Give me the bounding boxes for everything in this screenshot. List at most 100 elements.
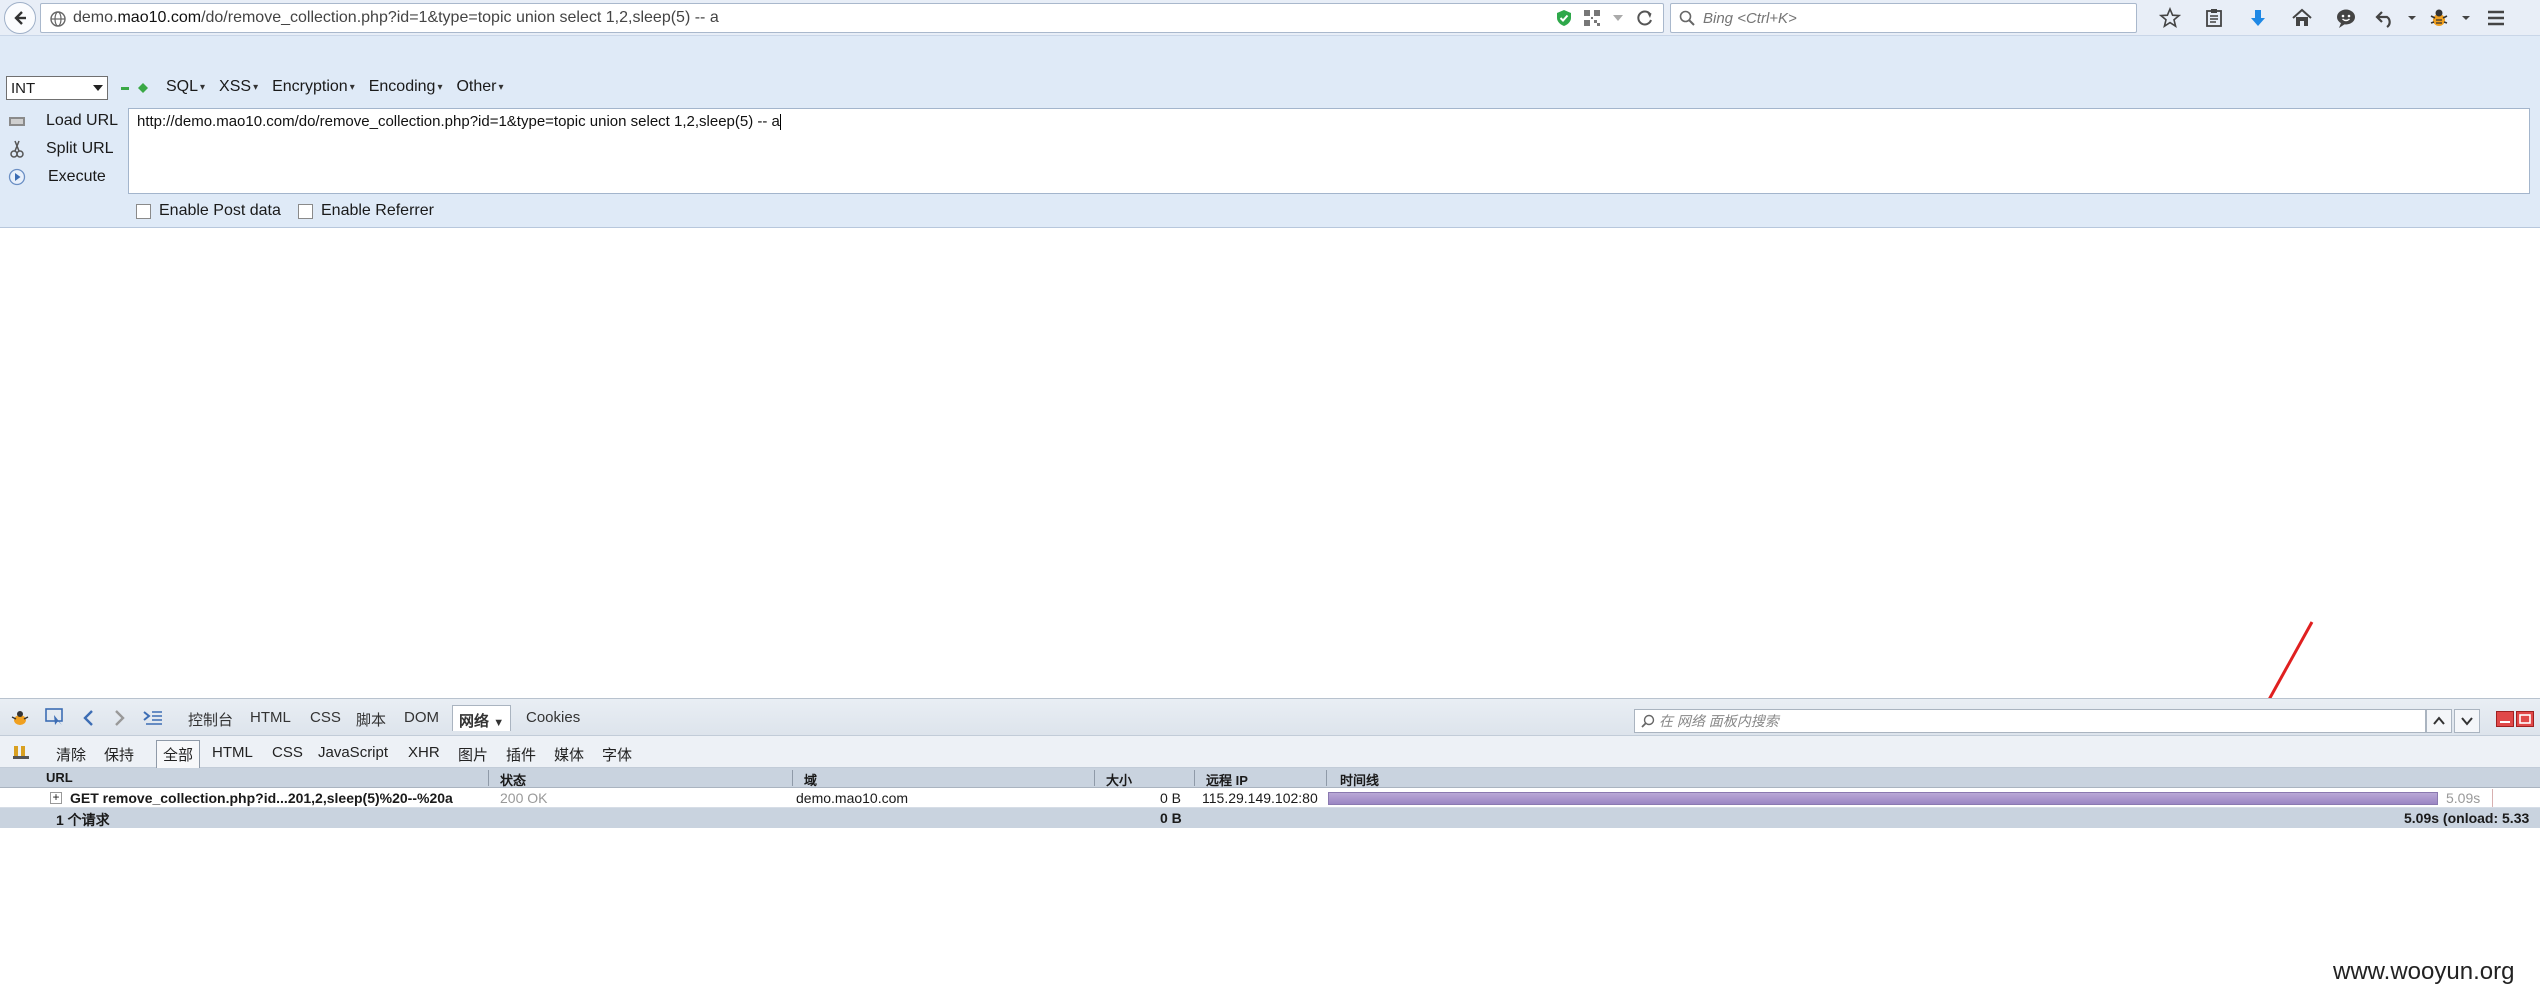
enable-referrer-checkbox[interactable]: Enable Referrer: [298, 202, 434, 220]
qr-code-icon[interactable]: [1583, 9, 1601, 27]
firebug-button[interactable]: [2422, 0, 2456, 36]
decrement-icon[interactable]: [120, 83, 130, 93]
network-table-header: URL 状态 域 大小 远程 IP 时间线: [0, 768, 2540, 788]
firebug-bug-icon[interactable]: [10, 709, 30, 727]
play-circle-icon: [8, 168, 26, 186]
chevron-down-icon: [2462, 16, 2470, 20]
column-divider[interactable]: [792, 770, 793, 786]
chevron-right-icon[interactable]: [112, 709, 126, 727]
column-divider[interactable]: [1194, 770, 1195, 786]
pause-icon[interactable]: [12, 744, 30, 760]
firebug-search-field[interactable]: 在 网络 面板内搜索: [1634, 709, 2426, 733]
filter-css[interactable]: CSS: [272, 744, 303, 761]
column-divider[interactable]: [1326, 770, 1327, 786]
request-size: 0 B: [1160, 790, 1182, 806]
column-divider[interactable]: [488, 770, 489, 786]
load-url-icon: [9, 117, 25, 126]
filter-javascript[interactable]: JavaScript: [318, 744, 388, 761]
bookmarks-button[interactable]: [2192, 0, 2236, 36]
column-status[interactable]: 状态: [500, 770, 526, 789]
filter-images[interactable]: 图片: [458, 744, 488, 765]
hackbar-panel: INT SQL XSS Encryption Encoding Other Lo…: [0, 36, 2540, 228]
menu-encoding[interactable]: Encoding: [369, 78, 443, 96]
firebug-dropdown[interactable]: [2456, 0, 2476, 36]
execute-button[interactable]: Execute: [0, 164, 126, 190]
reload-icon[interactable]: [1635, 8, 1655, 28]
address-bar[interactable]: demo.mao10.com/do/remove_collection.php?…: [40, 3, 1664, 33]
enable-post-checkbox[interactable]: Enable Post data: [136, 202, 281, 220]
filter-fonts[interactable]: 字体: [602, 744, 632, 765]
firebug-panel: 控制台 HTML CSS 脚本 DOM 网络 ▼ Cookies 在 网络 面板…: [0, 698, 2540, 843]
tab-script[interactable]: 脚本: [356, 709, 386, 730]
tab-html[interactable]: HTML: [250, 709, 291, 726]
filter-html[interactable]: HTML: [212, 744, 253, 761]
minimize-icon: [2500, 721, 2510, 723]
table-row[interactable]: + GET remove_collection.php?id...201,2,s…: [0, 788, 2540, 808]
inspect-element-icon[interactable]: [44, 707, 66, 727]
checkbox-box[interactable]: [136, 203, 151, 219]
minimize-button[interactable]: [2496, 711, 2514, 727]
menu-xss[interactable]: XSS: [219, 78, 258, 96]
url-textarea[interactable]: http://demo.mao10.com/do/remove_collecti…: [128, 108, 2530, 194]
chevron-down-icon: [93, 85, 103, 91]
detach-button[interactable]: [2516, 711, 2534, 727]
column-timeline[interactable]: 时间线: [1340, 770, 1379, 789]
menu-encryption[interactable]: Encryption: [272, 78, 355, 96]
globe-icon: [50, 11, 66, 27]
split-url-label: Split URL: [46, 140, 114, 157]
bookmark-star-button[interactable]: [2148, 0, 2192, 36]
split-url-button[interactable]: Split URL: [0, 136, 126, 162]
column-url[interactable]: URL: [46, 770, 73, 785]
search-next-button[interactable]: [2454, 709, 2480, 733]
url-textarea-value: http://demo.mao10.com/do/remove_collecti…: [137, 113, 780, 130]
request-time: 5.09s: [2446, 790, 2481, 806]
column-size[interactable]: 大小: [1106, 770, 1132, 789]
execute-label: Execute: [48, 168, 106, 185]
search-input[interactable]: [1701, 8, 2121, 28]
column-remote-ip[interactable]: 远程 IP: [1206, 770, 1248, 789]
chevron-down-icon: ▼: [493, 717, 505, 729]
expand-toggle[interactable]: +: [50, 791, 62, 804]
filter-media[interactable]: 媒体: [554, 744, 584, 765]
downloads-button[interactable]: [2236, 0, 2280, 36]
total-time: 5.09s (onload: 5.33: [2404, 810, 2530, 826]
tab-network[interactable]: 网络 ▼: [452, 705, 512, 731]
menu-button[interactable]: [2476, 0, 2516, 36]
back-button[interactable]: [4, 2, 36, 34]
home-button[interactable]: [2280, 0, 2324, 36]
column-domain[interactable]: 域: [804, 770, 817, 789]
clear-button[interactable]: 清除: [56, 744, 86, 765]
tab-dom[interactable]: DOM: [404, 709, 439, 726]
scissors-icon: [10, 140, 24, 158]
load-url-button[interactable]: Load URL: [0, 108, 126, 134]
command-line-icon[interactable]: [142, 709, 164, 727]
int-select[interactable]: INT: [6, 76, 108, 100]
tab-console[interactable]: 控制台: [188, 709, 233, 730]
menu-other[interactable]: Other: [456, 78, 503, 96]
total-size: 0 B: [1160, 810, 1182, 826]
back-arrow-icon: [14, 11, 26, 25]
network-summary-row: 1 个请求 0 B 5.09s (onload: 5.33: [0, 808, 2540, 828]
search-bar[interactable]: [1670, 3, 2137, 33]
filter-plugins[interactable]: 插件: [506, 744, 536, 765]
filter-all[interactable]: 全部: [156, 740, 201, 769]
tab-css[interactable]: CSS: [310, 709, 341, 726]
undo-dropdown[interactable]: [2402, 0, 2422, 36]
dropdown-arrow-icon[interactable]: [1611, 11, 1625, 25]
tab-cookies[interactable]: Cookies: [526, 709, 580, 726]
navigation-bar: demo.mao10.com/do/remove_collection.php?…: [0, 0, 2540, 36]
checkbox-box[interactable]: [298, 203, 313, 219]
network-filter-bar: 清除 保持 全部 HTML CSS JavaScript XHR 图片 插件 媒…: [0, 736, 2540, 769]
filter-xhr[interactable]: XHR: [408, 744, 440, 761]
firebug-search-placeholder: 在 网络 面板内搜索: [1659, 713, 1779, 729]
chat-button[interactable]: [2324, 0, 2368, 36]
column-divider[interactable]: [1094, 770, 1095, 786]
undo-button[interactable]: [2368, 0, 2402, 36]
enable-referrer-label: Enable Referrer: [321, 202, 434, 219]
search-prev-button[interactable]: [2426, 709, 2452, 733]
persist-button[interactable]: 保持: [104, 744, 134, 765]
menu-sql[interactable]: SQL: [166, 78, 205, 96]
chevron-left-icon[interactable]: [82, 709, 96, 727]
shield-check-icon[interactable]: [1555, 9, 1573, 27]
increment-icon[interactable]: [138, 83, 148, 93]
